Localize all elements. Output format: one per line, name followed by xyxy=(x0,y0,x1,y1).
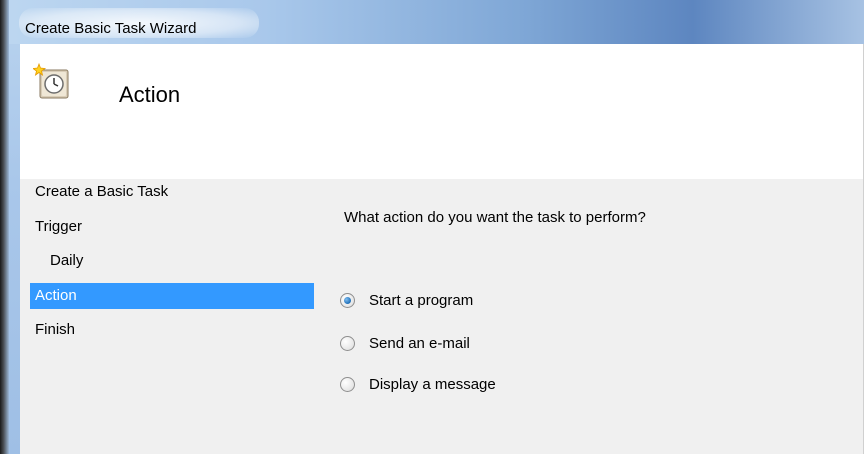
wizard-window: Create Basic Task Wizard Action Create a… xyxy=(0,0,864,454)
task-scheduler-clock-icon xyxy=(33,62,69,99)
nav-item-create-basic-task[interactable]: Create a Basic Task xyxy=(30,179,314,205)
window-title: Create Basic Task Wizard xyxy=(25,20,197,37)
option-send-email[interactable]: Send an e-mail xyxy=(340,332,470,354)
wizard-steps-nav: Create a Basic Task Trigger Daily Action… xyxy=(20,179,316,454)
option-label-send-email: Send an e-mail xyxy=(369,334,470,352)
option-label-display-message: Display a message xyxy=(369,375,496,393)
nav-item-daily[interactable]: Daily xyxy=(30,248,314,274)
nav-item-trigger[interactable]: Trigger xyxy=(30,214,314,240)
radio-display-message[interactable] xyxy=(340,376,355,392)
action-question: What action do you want the task to perf… xyxy=(344,209,646,226)
wizard-body: Create a Basic Task Trigger Daily Action… xyxy=(20,179,864,454)
window-left-edge xyxy=(0,0,9,454)
page-title: Action xyxy=(119,82,181,107)
radio-start-program[interactable] xyxy=(340,292,355,308)
option-label-start-program: Start a program xyxy=(369,291,474,309)
option-start-program[interactable]: Start a program xyxy=(340,289,473,311)
radio-send-email[interactable] xyxy=(340,335,355,351)
option-display-message[interactable]: Display a message xyxy=(340,373,496,395)
nav-item-finish[interactable]: Finish xyxy=(30,317,314,343)
wizard-header: Action xyxy=(20,44,864,179)
nav-item-action[interactable]: Action xyxy=(30,283,314,309)
